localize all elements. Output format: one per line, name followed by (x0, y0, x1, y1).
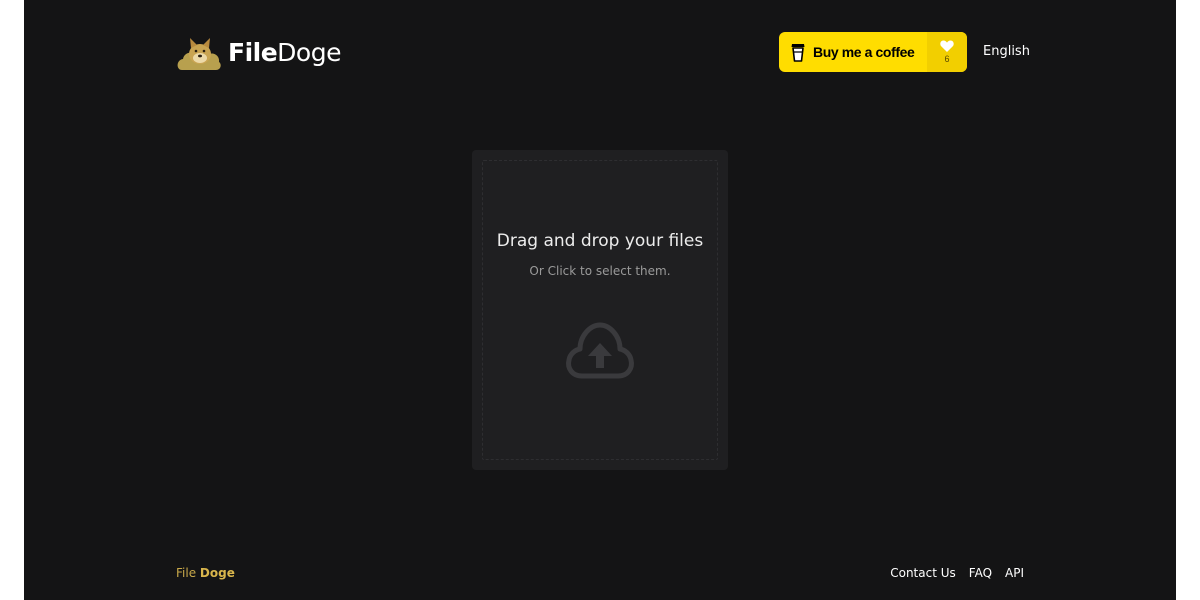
footer-link-faq[interactable]: FAQ (969, 566, 992, 580)
supporter-count: 6 (927, 32, 967, 72)
cloud-upload-icon (566, 322, 634, 379)
heart-icon (940, 40, 954, 52)
footer-links: Contact Us FAQ API (890, 566, 1024, 580)
app-window: FileDoge Buy me a coffee 6 English Drag … (24, 0, 1176, 600)
footer-brand-doge: Doge (199, 566, 235, 580)
coffee-cup-icon (791, 44, 805, 62)
coffee-button-label: Buy me a coffee (813, 44, 915, 60)
supporter-count-value: 6 (944, 54, 950, 64)
logo-text: FileDoge (228, 38, 341, 67)
footer-link-contact-us[interactable]: Contact Us (890, 566, 956, 580)
header: FileDoge Buy me a coffee 6 English (176, 30, 1030, 74)
logo-text-file: File (228, 37, 278, 67)
doge-cloud-icon (177, 38, 221, 70)
dropzone-title: Drag and drop your files (496, 231, 704, 251)
dropzone-subtitle: Or Click to select them. (529, 264, 671, 278)
footer-brand-file: File (176, 566, 197, 580)
file-dropzone[interactable]: Drag and drop your files Or Click to sel… (472, 150, 728, 470)
footer-brand: File Doge (176, 566, 235, 580)
buy-me-a-coffee-button[interactable]: Buy me a coffee 6 (779, 32, 967, 72)
logo[interactable]: FileDoge (176, 32, 341, 72)
language-selector[interactable]: English (983, 44, 1030, 59)
logo-text-doge: Doge (277, 37, 341, 67)
footer-link-api[interactable]: API (1005, 566, 1024, 580)
dropzone-dashed-border (482, 160, 718, 460)
